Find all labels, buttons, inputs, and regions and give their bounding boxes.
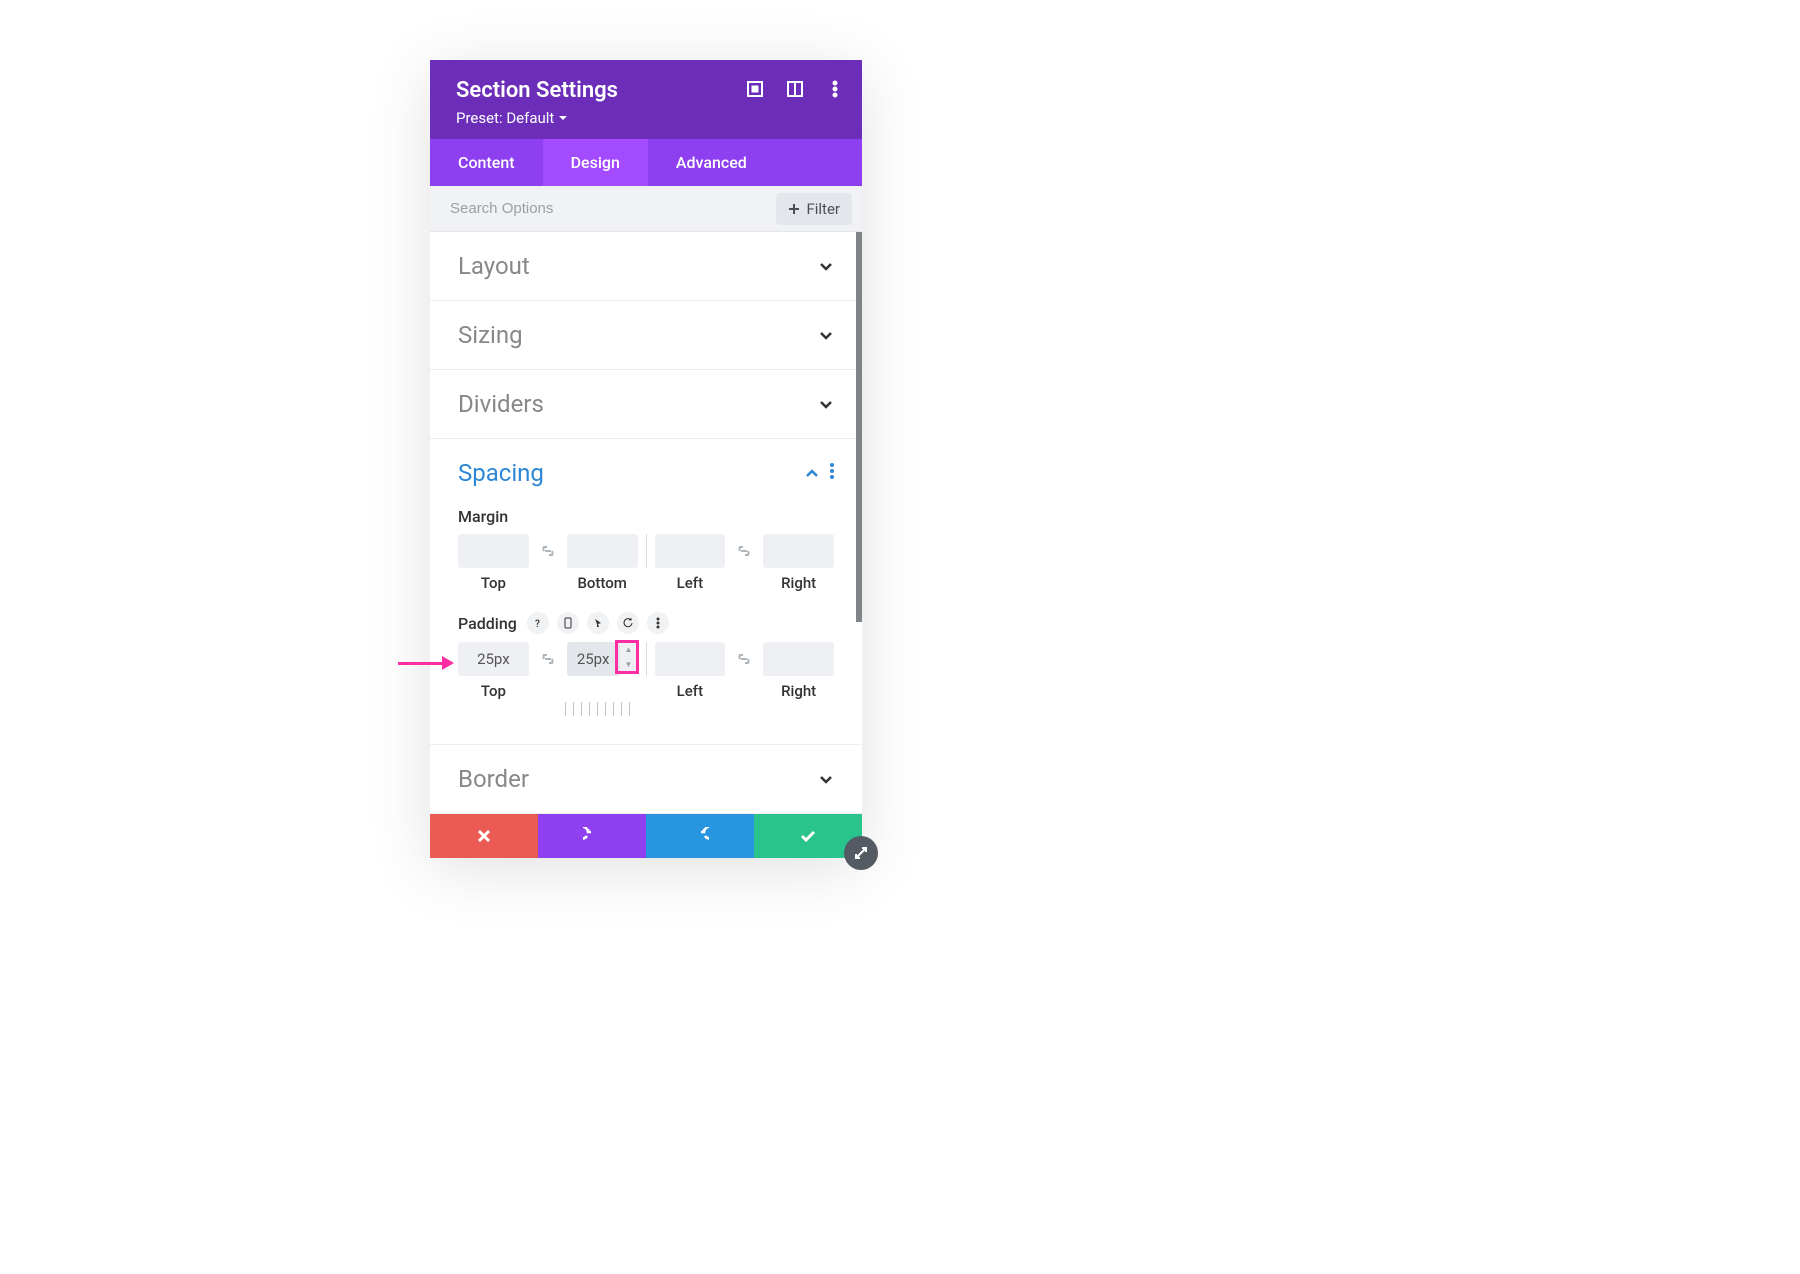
mobile-icon[interactable] <box>557 612 579 634</box>
spacing-body: Margin Top Bottom Left <box>430 507 862 744</box>
svg-text:?: ? <box>535 619 540 629</box>
chevron-down-icon <box>818 771 834 787</box>
section-border-title: Border <box>458 765 529 793</box>
section-border: Border <box>430 744 862 814</box>
chevron-up-icon <box>804 465 820 481</box>
padding-labels: Top . Left Right <box>458 682 834 700</box>
columns-icon[interactable] <box>786 80 804 98</box>
section-border-head[interactable]: Border <box>430 745 862 813</box>
tab-advanced[interactable]: Advanced <box>648 139 775 186</box>
link-icon[interactable] <box>537 648 559 670</box>
section-more-icon[interactable] <box>830 463 834 483</box>
padding-right-input[interactable] <box>763 642 834 676</box>
padding-fields: 25px 25px ▲ ▼ <box>458 642 834 676</box>
help-icon[interactable]: ? <box>527 612 549 634</box>
caret-down-icon <box>558 113 568 123</box>
link-icon[interactable] <box>537 540 559 562</box>
margin-bottom-input[interactable] <box>567 534 638 568</box>
margin-top-input[interactable] <box>458 534 529 568</box>
label-bottom: Bottom <box>567 574 638 592</box>
section-layout: Layout <box>430 232 862 301</box>
label-right: Right <box>763 574 834 592</box>
fullscreen-icon[interactable] <box>746 80 764 98</box>
section-spacing-head[interactable]: Spacing <box>430 439 862 507</box>
tab-content[interactable]: Content <box>430 139 543 186</box>
slider-handle[interactable] <box>565 702 633 716</box>
margin-label: Margin <box>458 507 834 526</box>
section-sizing-title: Sizing <box>458 321 523 349</box>
margin-right-input[interactable] <box>763 534 834 568</box>
more-icon[interactable] <box>826 80 844 98</box>
link-icon[interactable] <box>733 540 755 562</box>
panel-footer <box>430 814 862 858</box>
undo-button[interactable] <box>538 814 646 858</box>
separator <box>646 534 647 568</box>
redo-button[interactable] <box>646 814 754 858</box>
section-sizing: Sizing <box>430 301 862 370</box>
chevron-down-icon <box>818 396 834 412</box>
search-row: Filter <box>430 186 862 232</box>
section-dividers-title: Dividers <box>458 390 544 418</box>
padding-label: Padding <box>458 614 517 633</box>
tab-design[interactable]: Design <box>543 139 648 186</box>
section-layout-head[interactable]: Layout <box>430 232 862 300</box>
section-spacing-title: Spacing <box>458 459 544 487</box>
stepper-up-icon[interactable]: ▲ <box>620 642 638 657</box>
label-left: Left <box>655 574 726 592</box>
separator <box>646 642 647 676</box>
preset-dropdown[interactable]: Preset: Default <box>456 109 568 127</box>
tabs: Content Design Advanced <box>430 139 862 186</box>
section-layout-title: Layout <box>458 252 530 280</box>
panel-header: Section Settings Preset: Default <box>430 60 862 139</box>
reset-icon[interactable] <box>617 612 639 634</box>
label-top: Top <box>458 682 529 700</box>
resize-handle[interactable] <box>844 836 878 870</box>
label-left: Left <box>655 682 726 700</box>
padding-label-row: Padding ? <box>458 612 834 634</box>
settings-panel: Section Settings Preset: Default Content… <box>430 60 862 858</box>
row-more-icon[interactable] <box>647 612 669 634</box>
section-sizing-head[interactable]: Sizing <box>430 301 862 369</box>
section-dividers-head[interactable]: Dividers <box>430 370 862 438</box>
cursor-icon[interactable] <box>587 612 609 634</box>
link-icon[interactable] <box>733 648 755 670</box>
chevron-down-icon <box>818 327 834 343</box>
padding-left-input[interactable] <box>655 642 726 676</box>
label-right: Right <box>763 682 834 700</box>
search-input[interactable] <box>430 186 776 231</box>
margin-left-input[interactable] <box>655 534 726 568</box>
filter-button[interactable]: Filter <box>776 193 852 225</box>
preset-label: Preset: Default <box>456 109 554 127</box>
margin-fields <box>458 534 834 568</box>
scrollbar[interactable] <box>856 232 862 622</box>
margin-labels: Top Bottom Left Right <box>458 574 834 592</box>
padding-bottom-stepper[interactable]: ▲ ▼ <box>620 642 638 672</box>
padding-bottom-input[interactable]: 25px <box>567 642 620 676</box>
chevron-down-icon <box>818 258 834 274</box>
section-spacing: Spacing Margin <box>430 439 862 744</box>
cancel-button[interactable] <box>430 814 538 858</box>
stepper-down-icon[interactable]: ▼ <box>620 657 638 672</box>
filter-label: Filter <box>806 200 840 218</box>
annotation-arrow <box>398 656 454 670</box>
label-top: Top <box>458 574 529 592</box>
section-dividers: Dividers <box>430 370 862 439</box>
panel-content: Layout Sizing Dividers Spacing <box>430 232 862 814</box>
padding-top-input[interactable]: 25px <box>458 642 529 676</box>
